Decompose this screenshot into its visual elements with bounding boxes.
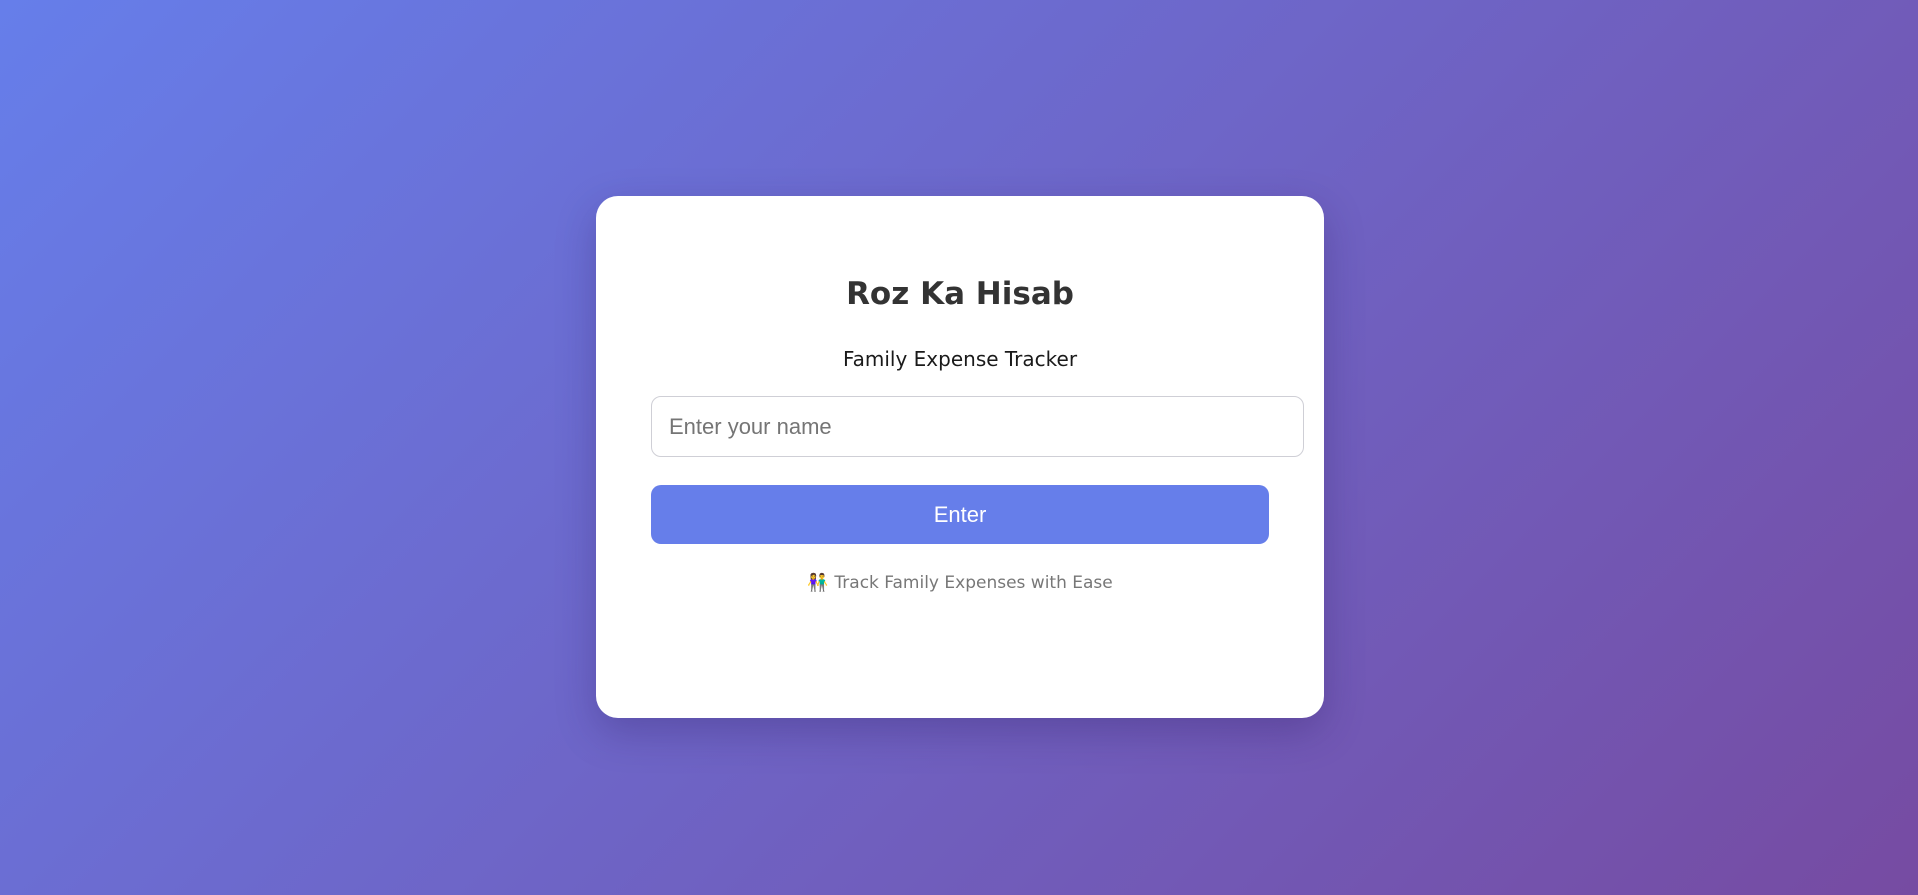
enter-button[interactable]: Enter xyxy=(651,485,1269,544)
app-title: Roz Ka Hisab xyxy=(846,276,1074,312)
tagline-text: Track Family Expenses with Ease xyxy=(834,573,1113,593)
name-input[interactable] xyxy=(651,396,1304,457)
family-icon: 👫 xyxy=(807,573,829,593)
login-card: Roz Ka Hisab Family Expense Tracker Ente… xyxy=(596,196,1324,718)
app-subtitle: Family Expense Tracker xyxy=(842,347,1078,371)
login-page: { "app": { "title": "Roz Ka Hisab", "sub… xyxy=(0,0,1918,895)
tagline: 👫 Track Family Expenses with Ease xyxy=(596,572,1324,594)
